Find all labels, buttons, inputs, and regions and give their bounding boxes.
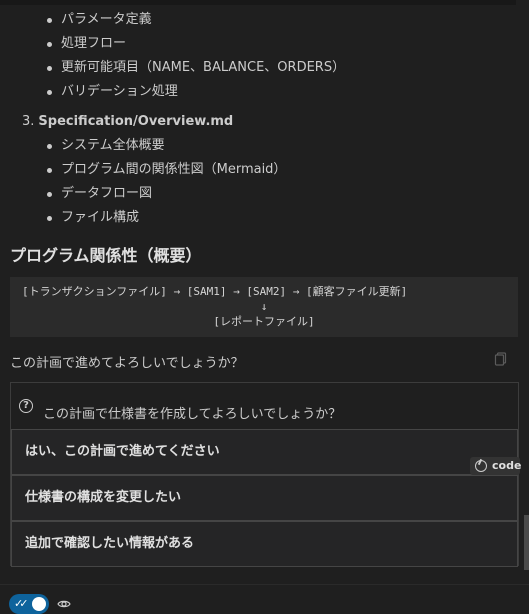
list-item: システム全体概要 — [0, 134, 520, 158]
item-number: 3. — [22, 114, 35, 129]
code-line: [レポートファイル] — [213, 315, 315, 328]
list-item: プログラム間の関係性図（Mermaid） — [0, 158, 520, 182]
double-check-icon: ✓✓ — [14, 597, 29, 610]
copilot-icon — [475, 460, 487, 472]
list-item: データフロー図 — [0, 182, 520, 206]
panel-title: この計画で仕様書を作成してよろしいでしょうか？ — [43, 407, 342, 422]
list-item: パラメータ定義 — [0, 8, 520, 32]
list-item: 処理フロー — [0, 32, 520, 56]
option-more-info-button[interactable]: 追加で確認したい情報がある — [11, 521, 518, 567]
bottom-bar: ✓✓ — [0, 584, 529, 614]
section-title: プログラム関係性（概要） — [10, 246, 202, 265]
list-item: 更新可能項目（NAME、BALANCE、ORDERS） — [0, 56, 520, 80]
question-panel: ? この計画で仕様書を作成してよろしいでしょうか？ はい、この計画で進めてくださ… — [10, 382, 519, 567]
eye-icon[interactable] — [57, 597, 71, 611]
copy-icon[interactable] — [494, 352, 508, 366]
scrollbar[interactable] — [524, 515, 529, 570]
help-icon: ? — [19, 399, 33, 413]
question-text: この計画で進めてよろしいでしょうか？ — [10, 356, 244, 371]
code-line: [トランザクションファイル] → [SAM1] → [SAM2] → [顧客ファ… — [22, 285, 408, 298]
overview-bullet-list: システム全体概要 プログラム間の関係性図（Mermaid） データフロー図 ファ… — [0, 134, 520, 230]
code-badge[interactable]: code — [470, 457, 522, 475]
toggle-knob — [32, 597, 46, 611]
numbered-item: 3. Specification/Overview.md — [22, 114, 233, 129]
top-strip — [0, 0, 516, 5]
parameter-bullet-list: パラメータ定義 処理フロー 更新可能項目（NAME、BALANCE、ORDERS… — [0, 8, 520, 104]
list-item: ファイル構成 — [0, 206, 520, 230]
list-item: バリデーション処理 — [0, 80, 520, 104]
item-label: Specification/Overview.md — [38, 114, 234, 129]
code-badge-label: code — [492, 459, 522, 472]
code-block: [トランザクションファイル] → [SAM1] → [SAM2] → [顧客ファ… — [10, 277, 518, 337]
option-change-structure-button[interactable]: 仕様書の構成を変更したい — [11, 475, 518, 521]
code-line: ↓ — [260, 300, 268, 313]
panel-header: ? この計画で仕様書を作成してよろしいでしょうか？ — [11, 383, 518, 429]
auto-approve-toggle[interactable]: ✓✓ — [9, 594, 49, 614]
option-yes-button[interactable]: はい、この計画で進めてください — [11, 429, 518, 475]
